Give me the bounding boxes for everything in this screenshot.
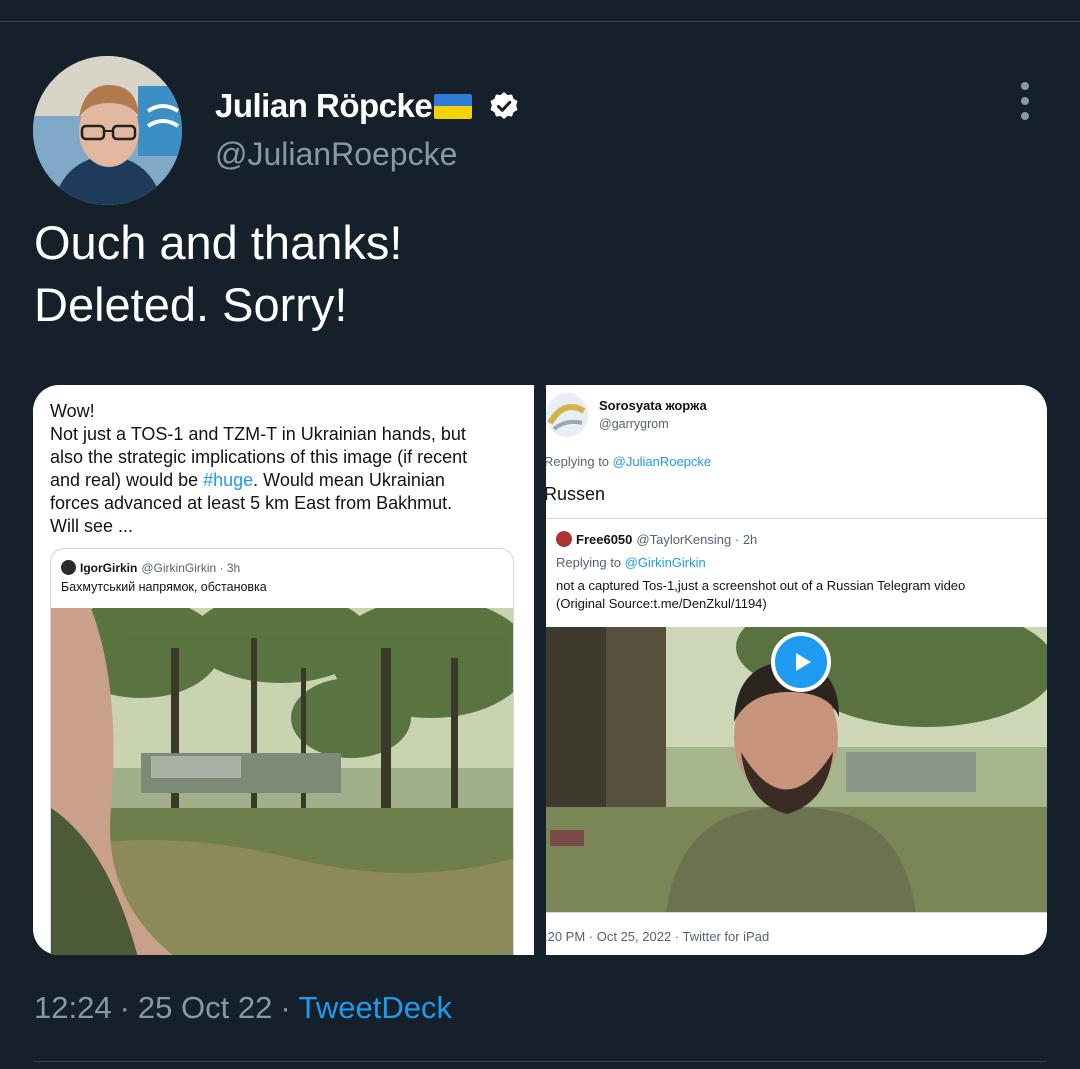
media-image-right[interactable]: Sorosyata жоржа @garrygrom Replying to @… [546,385,1047,955]
meta-separator: · [280,990,291,1025]
replying-to: Replying to @JulianRoepcke [546,454,712,469]
embedded-reply-header: Free6050 @TaylorKensing · 2h [556,531,757,547]
embedded-footer-timestamp: :20 PM · Oct 25, 2022 · Twitter for iPad [546,929,770,944]
ukraine-flag-icon [434,93,473,119]
quoted-tweet-text: Бахмутський напрямок, обстановка [61,580,267,594]
play-icon[interactable] [771,632,831,692]
quoted-tweet-header: IgorGirkin @GirkinGirkin · 3h [61,560,240,575]
forest-photo [51,608,513,955]
tweet-text: Ouch and thanks! Deleted. Sorry! [34,212,402,336]
author-display-name[interactable]: Julian Röpcke [215,87,433,125]
author-name-row[interactable]: Julian Röpcke [215,84,519,128]
top-divider [0,21,1080,22]
embedded-reply-card: Free6050 @TaylorKensing · 2h Replying to… [546,518,1047,913]
reply-avatar [546,393,588,437]
reply-author-handle: @garrygrom [599,417,669,431]
embedded-replying-to: Replying to @GirkinGirkin [556,555,706,570]
reply-author-name: Sorosyata жоржа [599,398,707,413]
screenshot-tweet-text: Wow! Not just a TOS-1 and TZM-T in Ukrai… [50,401,468,536]
tweet-meta: 12:24 · 25 Oct 22 · TweetDeck [34,990,452,1026]
verified-badge-icon [489,91,519,121]
bottom-divider [33,1061,1047,1062]
reply-body: Russen [546,484,606,504]
embedded-reply-text: not a captured Tos-1,just a screenshot o… [556,578,966,611]
tweet-text-line: Ouch and thanks! [34,216,403,269]
tweet-text-line: Deleted. Sorry! [34,278,348,331]
meta-separator: · [119,990,130,1025]
hashtag-link: #huge [203,470,254,490]
media-grid[interactable]: Wow! Not just a TOS-1 and TZM-T in Ukrai… [33,385,1047,955]
quoted-tweet-card: IgorGirkin @GirkinGirkin · 3h Бахмутськи… [50,548,514,955]
author-handle[interactable]: @JulianRoepcke [215,136,457,173]
embedded-avatar [556,531,572,547]
more-options-icon[interactable] [1014,82,1036,120]
tweet-source-link[interactable]: TweetDeck [299,990,452,1026]
avatar[interactable] [33,56,182,205]
tweet-time[interactable]: 12:24 [34,990,112,1026]
tweet-date[interactable]: 25 Oct 22 [138,990,272,1026]
media-image-left[interactable]: Wow! Not just a TOS-1 and TZM-T in Ukrai… [33,385,534,955]
quoted-avatar [61,560,76,575]
